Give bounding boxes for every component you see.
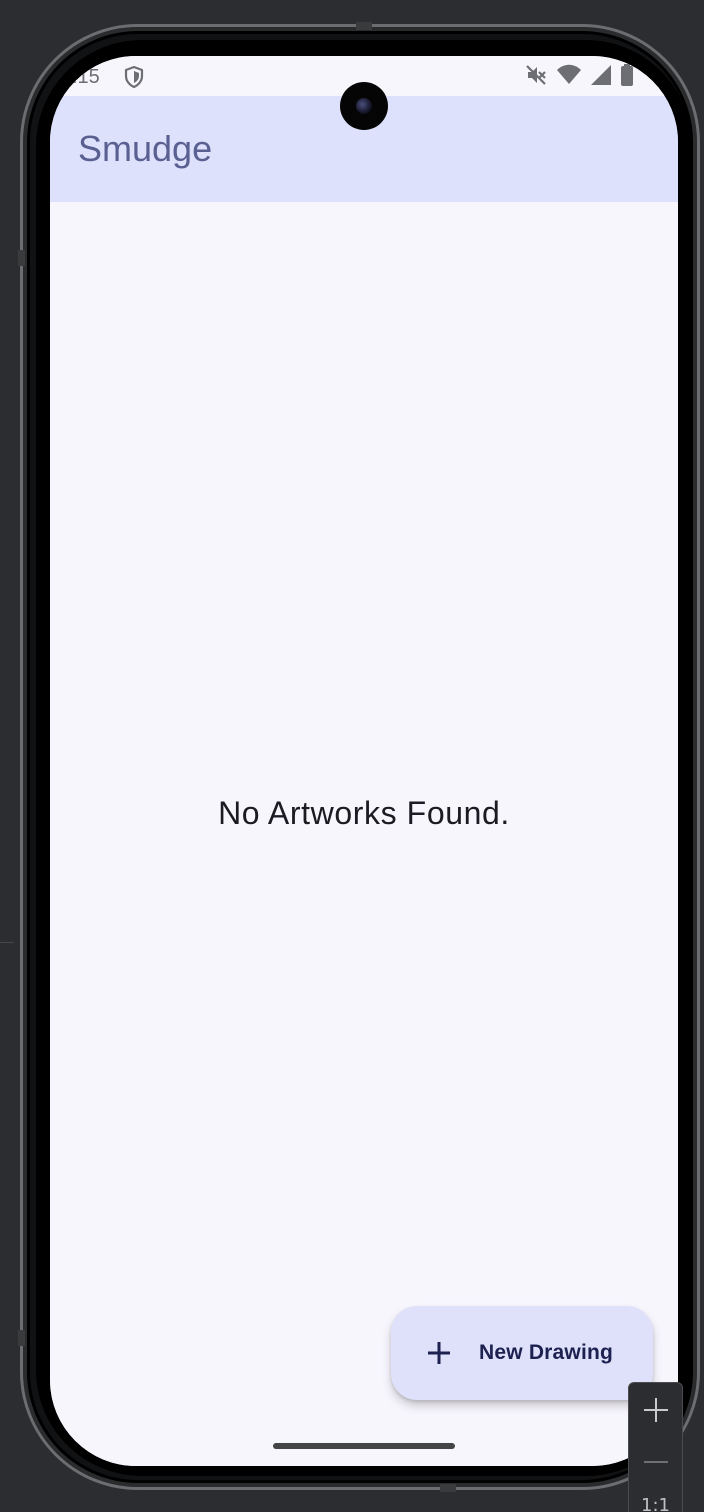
status-icons xyxy=(524,63,634,92)
battery-icon xyxy=(620,63,634,92)
phone-top-notch xyxy=(356,22,372,30)
zoom-ratio-button[interactable]: 1:1 xyxy=(629,1495,682,1512)
new-drawing-button[interactable]: New Drawing xyxy=(391,1306,653,1400)
signal-icon xyxy=(590,63,612,92)
shield-icon xyxy=(122,65,146,89)
front-camera xyxy=(340,82,388,130)
minus-icon xyxy=(642,1448,670,1481)
device-screen: :15 Smudge No Artworks Found. New Drawin… xyxy=(50,56,678,1466)
wifi-icon xyxy=(556,63,582,92)
plus-icon xyxy=(425,1339,453,1367)
ide-divider xyxy=(0,942,14,943)
phone-bottom-notch xyxy=(440,1484,456,1492)
status-time: :15 xyxy=(72,66,100,88)
new-drawing-label: New Drawing xyxy=(479,1341,614,1364)
phone-side-button xyxy=(18,250,25,266)
gesture-nav-bar[interactable] xyxy=(273,1443,455,1449)
mute-icon xyxy=(524,63,548,92)
zoom-in-button[interactable] xyxy=(629,1386,682,1438)
artwork-list: No Artworks Found. xyxy=(50,202,678,1466)
emulator-stage: :15 Smudge No Artworks Found. New Drawin… xyxy=(0,0,704,1512)
app-title: Smudge xyxy=(78,128,213,169)
zoom-out-button[interactable] xyxy=(629,1438,682,1490)
empty-state-message: No Artworks Found. xyxy=(218,795,510,831)
plus-icon xyxy=(642,1396,670,1429)
phone-side-button xyxy=(18,1330,25,1346)
emulator-zoom-controls: 1:1 xyxy=(628,1382,683,1512)
